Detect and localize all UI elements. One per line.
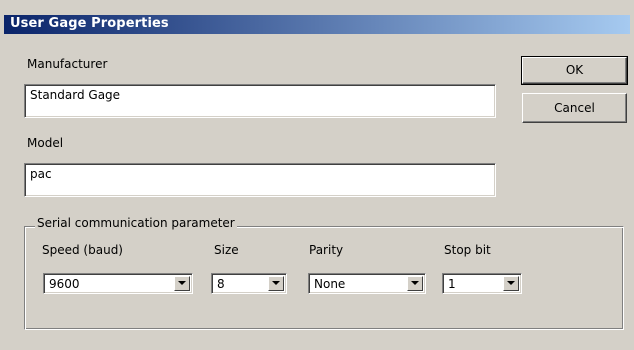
user-gage-properties-dialog: User Gage Properties Manufacturer Model … xyxy=(0,0,634,350)
stop-bit-label: Stop bit xyxy=(444,243,491,257)
window-title: User Gage Properties xyxy=(10,16,169,31)
stop-bit-value: 1 xyxy=(448,277,456,291)
parity-combo[interactable]: None xyxy=(308,273,426,294)
manufacturer-input[interactable] xyxy=(30,88,490,102)
model-label: Model xyxy=(27,136,64,150)
model-input[interactable] xyxy=(30,167,490,181)
manufacturer-label: Manufacturer xyxy=(27,57,108,71)
size-label: Size xyxy=(214,243,239,257)
parity-dropdown-button[interactable] xyxy=(407,276,423,291)
title-bar[interactable]: User Gage Properties xyxy=(4,15,630,34)
parity-value: None xyxy=(314,277,346,291)
speed-dropdown-button[interactable] xyxy=(174,276,190,291)
chevron-down-icon xyxy=(178,281,186,285)
size-combo[interactable]: 8 xyxy=(211,273,287,294)
model-field[interactable] xyxy=(24,163,496,197)
ok-button[interactable]: OK xyxy=(521,56,628,85)
chevron-down-icon xyxy=(272,281,280,285)
stop-bit-dropdown-button[interactable] xyxy=(503,276,519,291)
speed-value: 9600 xyxy=(49,277,80,291)
size-dropdown-button[interactable] xyxy=(268,276,284,291)
chevron-down-icon xyxy=(507,281,515,285)
parity-label: Parity xyxy=(309,243,344,257)
stop-bit-combo[interactable]: 1 xyxy=(442,273,522,294)
size-value: 8 xyxy=(217,277,225,291)
chevron-down-icon xyxy=(411,281,419,285)
serial-communication-legend: Serial communication parameter xyxy=(35,216,237,230)
speed-combo[interactable]: 9600 xyxy=(43,273,193,294)
cancel-button[interactable]: Cancel xyxy=(522,93,627,123)
speed-label: Speed (baud) xyxy=(42,243,123,257)
manufacturer-field[interactable] xyxy=(24,84,496,118)
